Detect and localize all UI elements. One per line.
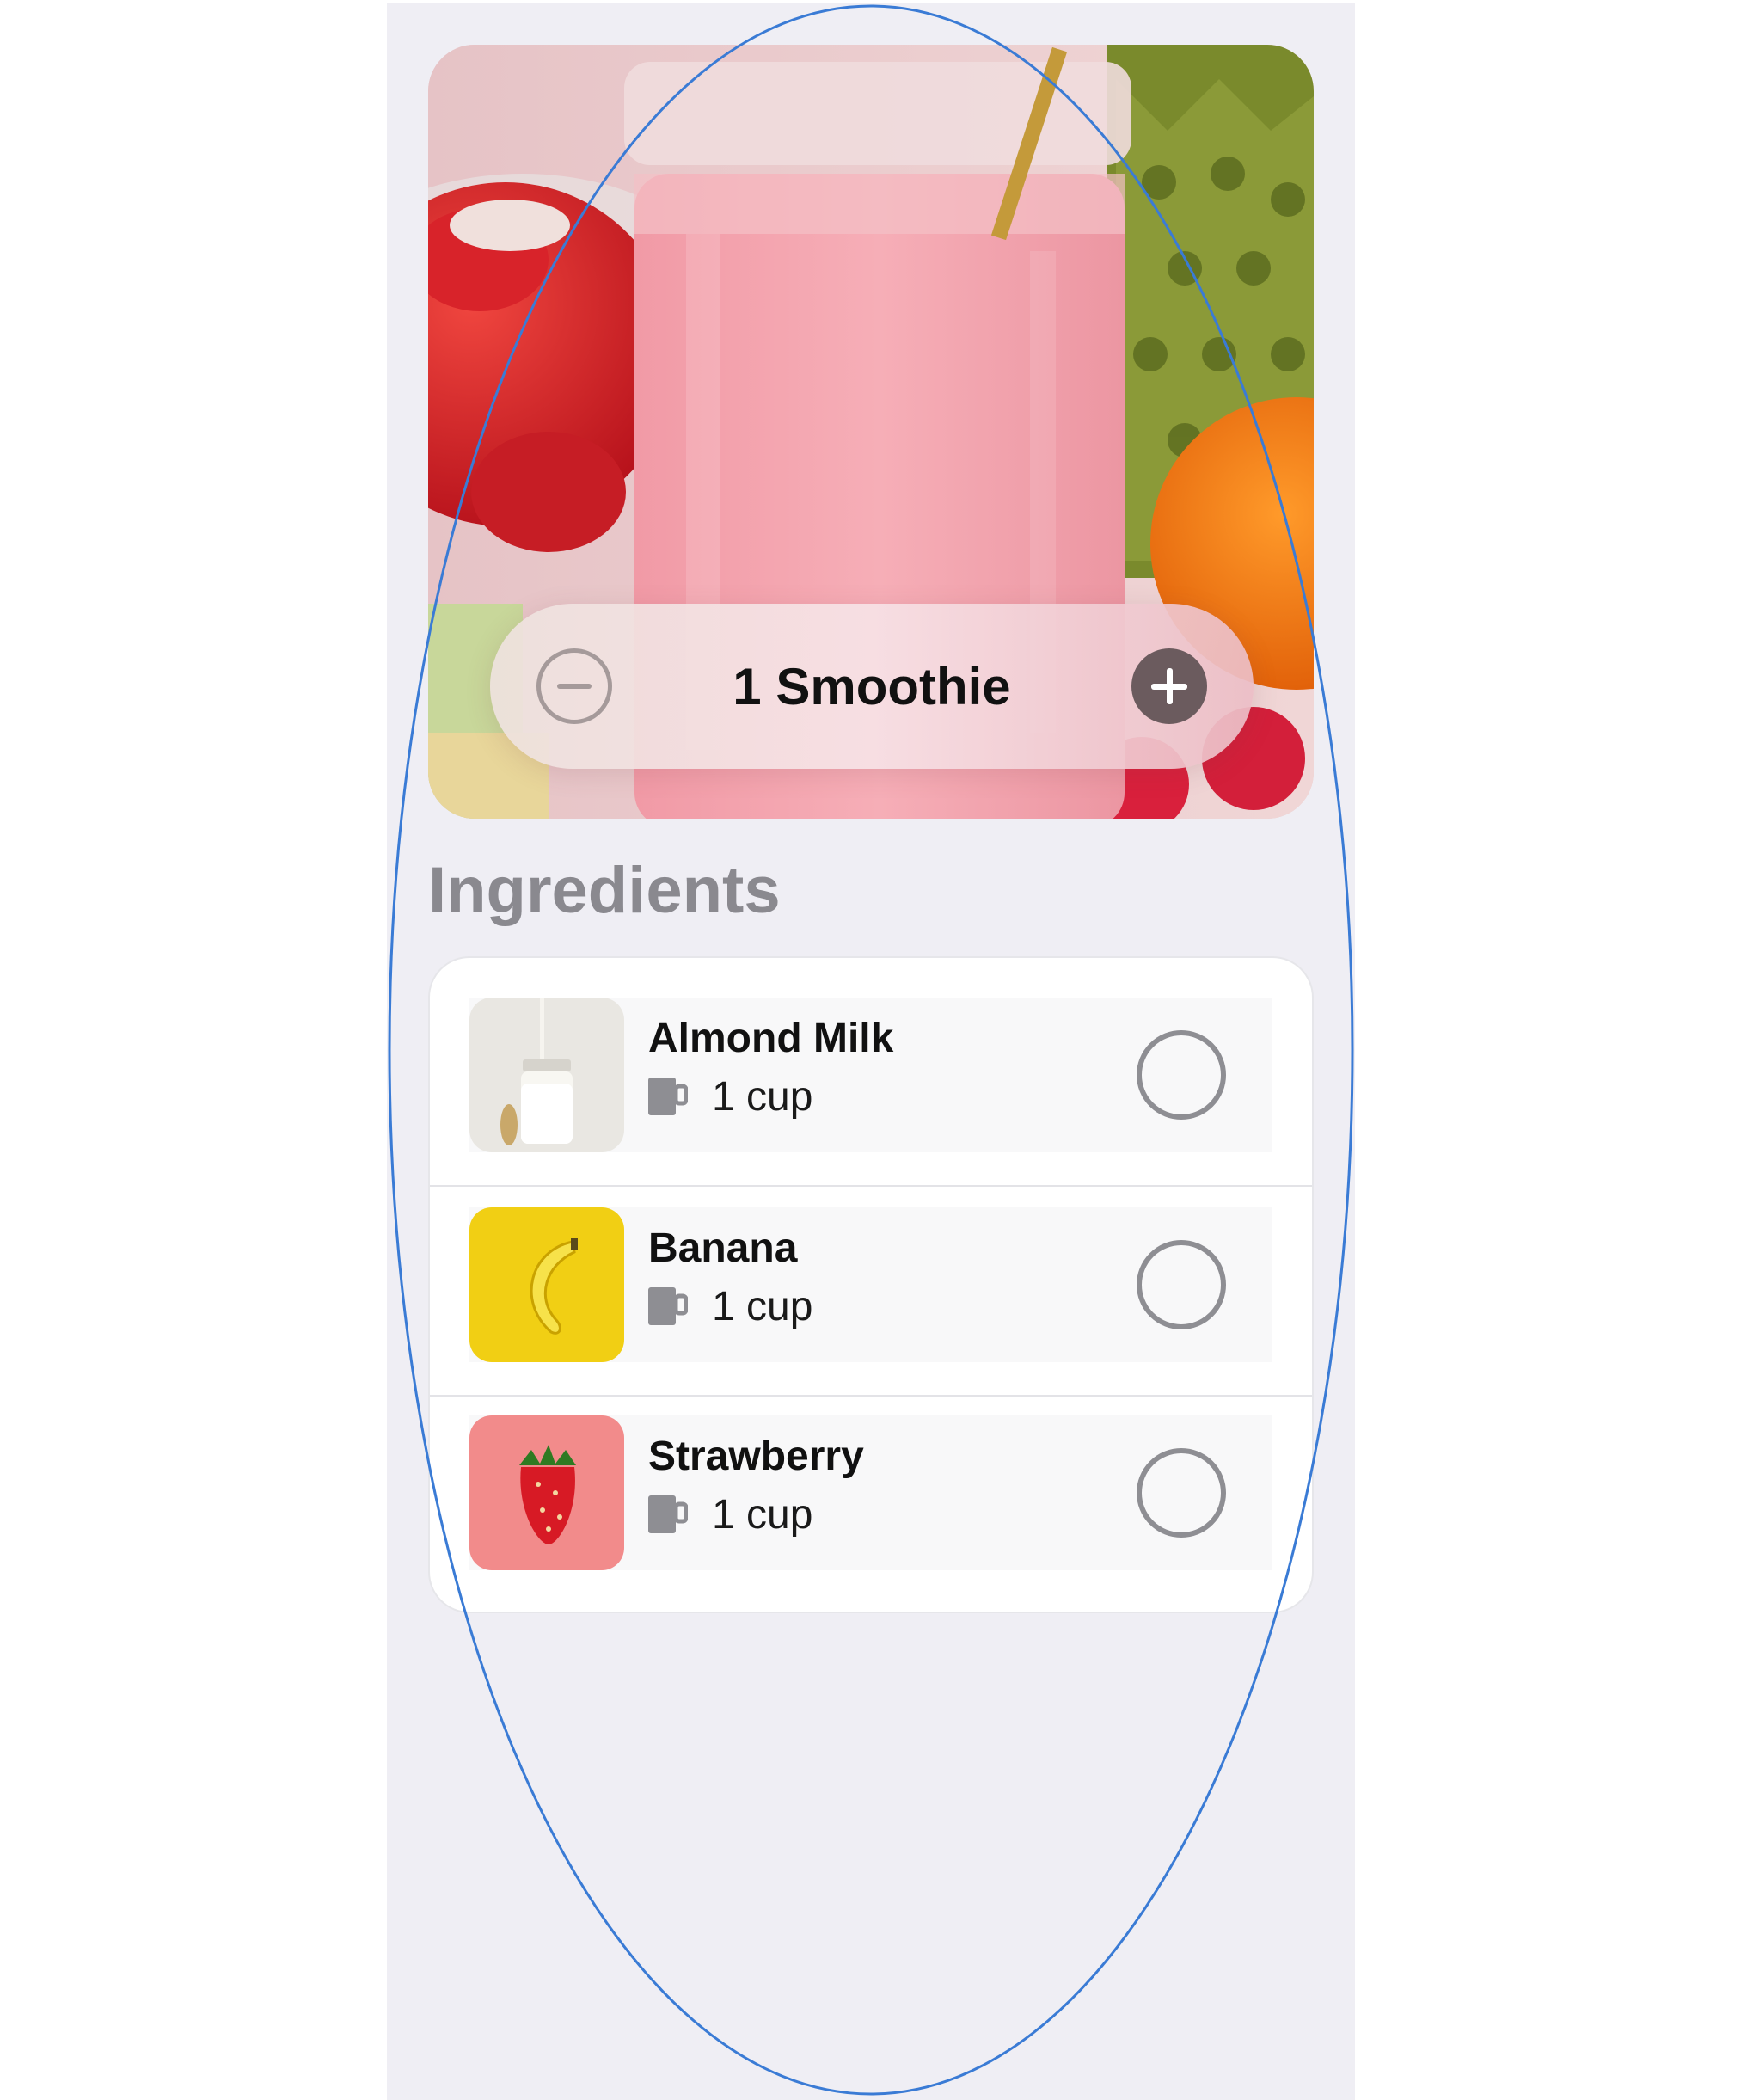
minus-circle-icon[interactable] [536, 648, 612, 724]
servings-stepper: 1 Smoothie [490, 604, 1254, 769]
smoothie-hero-image: 1 Smoothie [428, 45, 1314, 819]
cup-icon [648, 1495, 689, 1533]
app-screen: 1 Smoothie Ingredients Almond Milk 1 cup… [387, 3, 1355, 2100]
ingredient-row-almond-milk[interactable]: Almond Milk 1 cup [430, 958, 1312, 1166]
plus-glyph [1151, 668, 1187, 704]
plus-circle-icon[interactable] [1131, 648, 1207, 724]
ingredient-name: Almond Milk [648, 1016, 894, 1061]
ingredient-row-banana[interactable]: Banana 1 cup [430, 1168, 1312, 1376]
quantity-text: 1 cup [712, 1491, 813, 1538]
almond-milk-thumbnail [469, 998, 624, 1152]
ingredient-name: Strawberry [648, 1434, 864, 1479]
strawberry-thumbnail [469, 1415, 624, 1570]
servings-count-label: 1 Smoothie [733, 657, 1011, 715]
minus-glyph [557, 684, 592, 689]
section-title-ingredients: Ingredients [428, 854, 781, 927]
ingredient-quantity: 1 cup [648, 1276, 812, 1336]
cup-icon [648, 1078, 689, 1115]
ingredients-list: Almond Milk 1 cup Banana 1 cup Strawberr… [430, 958, 1312, 1612]
quantity-text: 1 cup [712, 1073, 813, 1120]
banana-thumbnail [469, 1207, 624, 1362]
ingredient-quantity: 1 cup [648, 1066, 812, 1127]
ingredient-row-strawberry[interactable]: Strawberry 1 cup [430, 1376, 1312, 1584]
cup-icon [648, 1287, 689, 1325]
ingredient-name: Banana [648, 1225, 798, 1271]
ingredient-quantity: 1 cup [648, 1484, 812, 1544]
checkbox-circle[interactable] [1137, 1030, 1226, 1120]
checkbox-circle[interactable] [1137, 1240, 1226, 1329]
quantity-text: 1 cup [712, 1283, 813, 1329]
checkbox-circle[interactable] [1137, 1448, 1226, 1538]
